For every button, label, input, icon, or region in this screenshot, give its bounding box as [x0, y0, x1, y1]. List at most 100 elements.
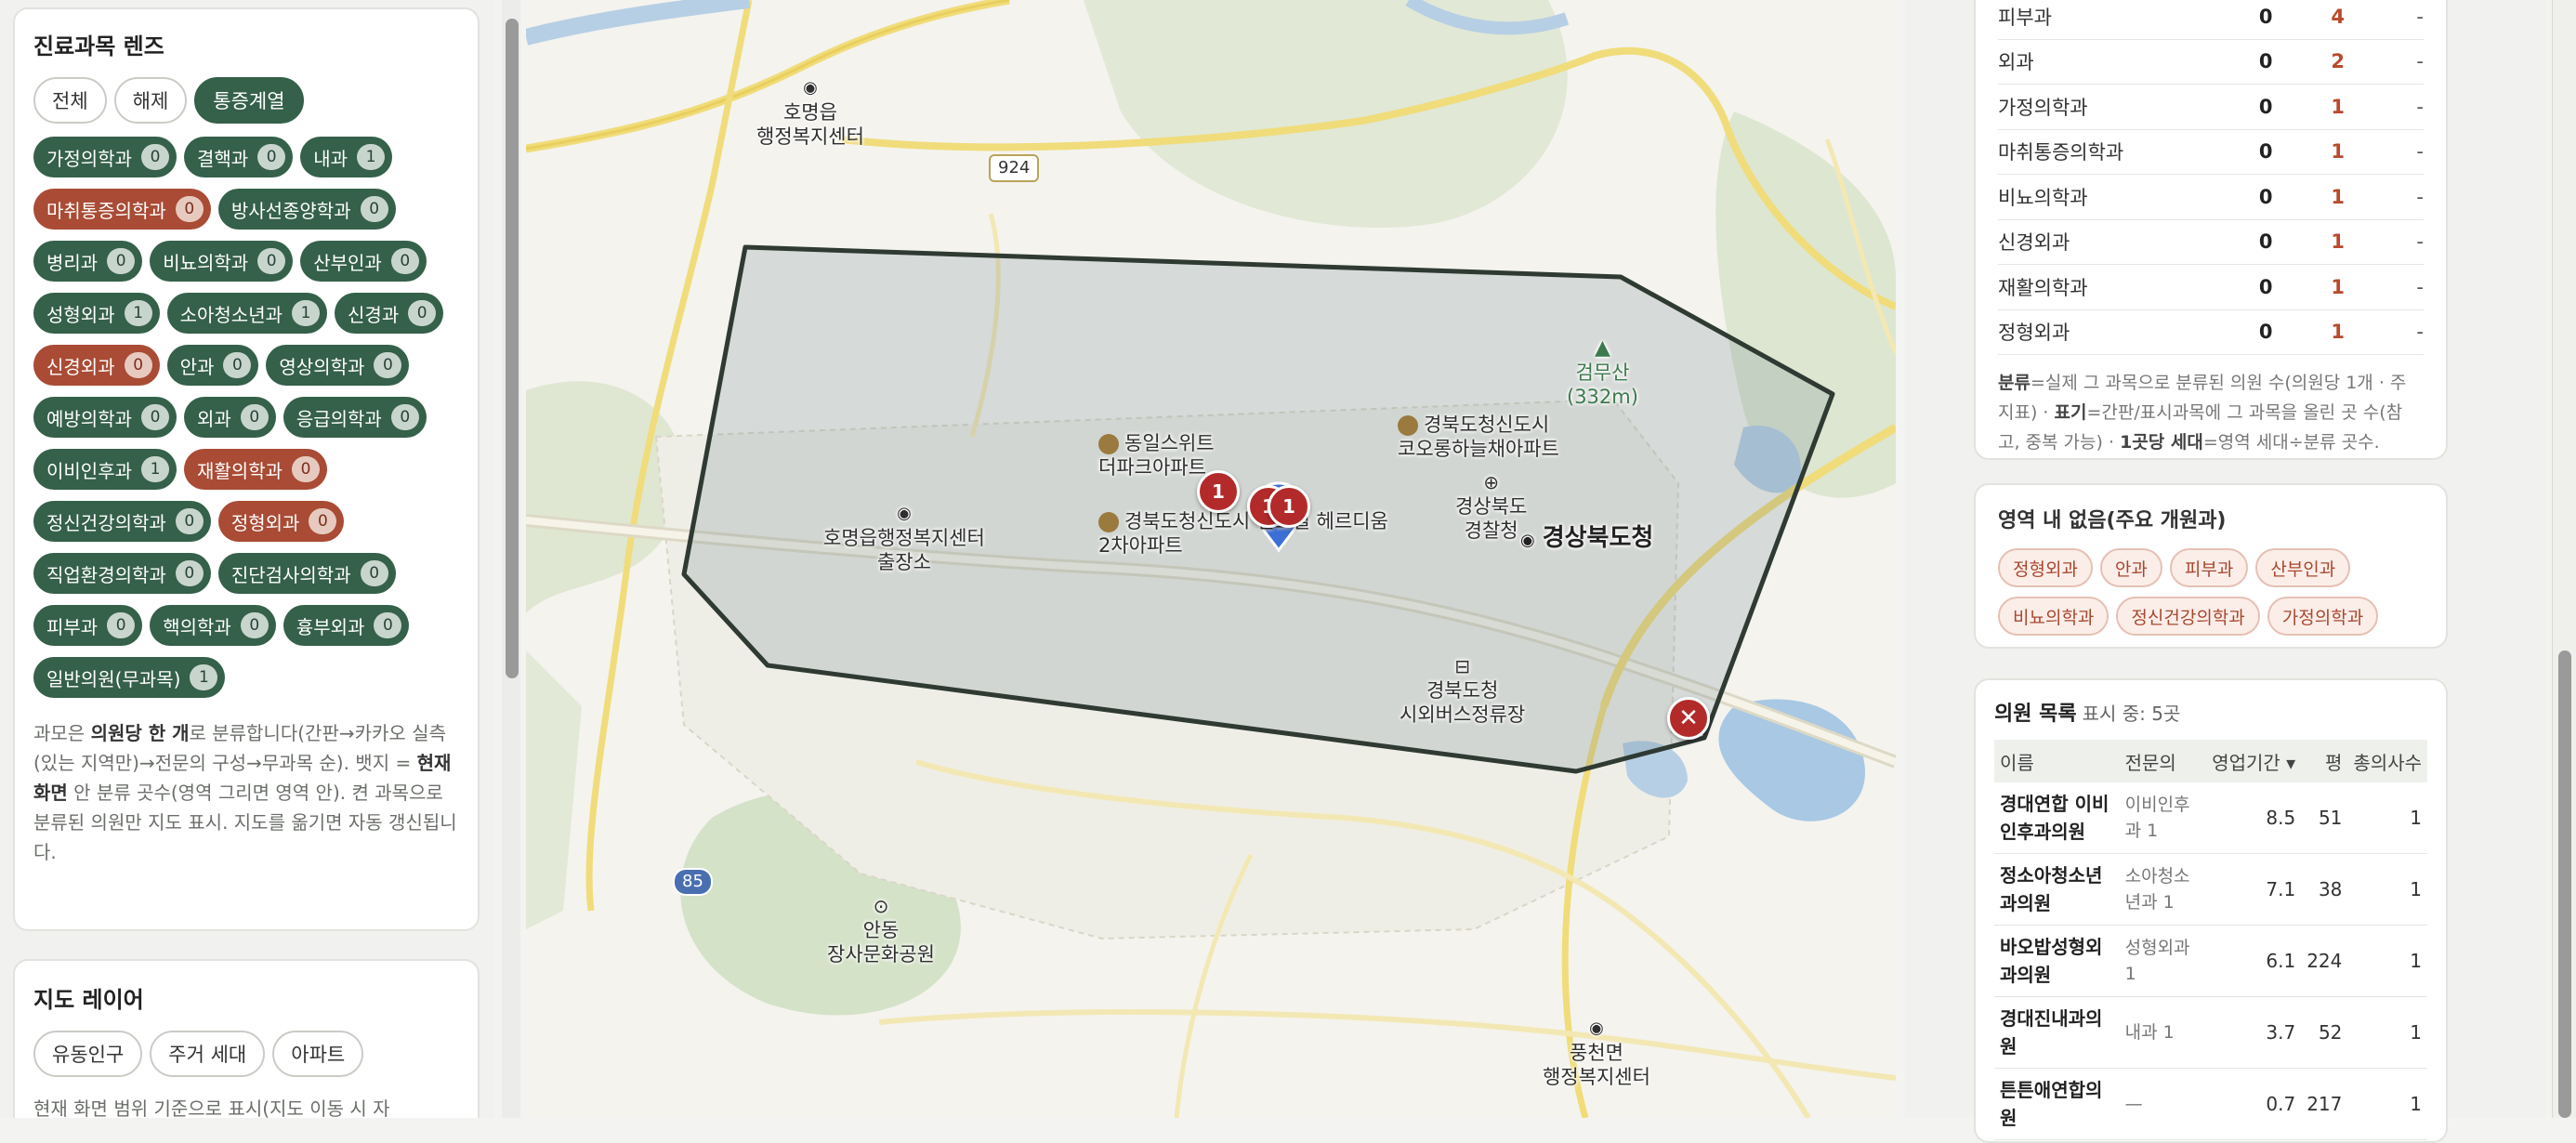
left-scrollbar[interactable]	[502, 0, 520, 1118]
absent-specialty-tag[interactable]: 비뇨의학과	[1998, 597, 2109, 636]
clinic-name[interactable]: 경대연합 이비인후과의원	[1994, 782, 2120, 854]
specialty-chip[interactable]: 산부인과 0	[300, 241, 427, 282]
specialty-chip-label: 이비인후과	[46, 459, 132, 482]
specialty-chip[interactable]: 직업환경의학과 0	[33, 553, 211, 594]
col-doctors[interactable]: 총의사수	[2347, 740, 2427, 782]
stats-table: 피부과 0 4- 외과 0 2- 가정의학과 0 1- 마취통증의학과 0 1- 비뇨의학과 0 1- 신경외…	[1998, 0, 2424, 355]
absent-specialty-tag[interactable]: 산부인과	[2255, 548, 2351, 587]
clear-all-button[interactable]: 해제	[113, 77, 188, 124]
stats-note: 분류=실제 그 과목으로 분류된 의원 수(의원당 1개 · 주 지표) · 표…	[1998, 368, 2424, 457]
specialty-chip[interactable]: 핵의학과 0	[150, 605, 276, 646]
specialty-chip[interactable]: 흉부외과 0	[283, 605, 410, 646]
specialty-chip[interactable]: 피부과 0	[33, 605, 143, 646]
specialty-chip[interactable]: 소아청소년과 1	[166, 293, 328, 334]
specialty-chip-label: 산부인과	[313, 251, 382, 274]
layer-apartment-button[interactable]: 아파트	[272, 1031, 364, 1077]
river	[526, 0, 751, 46]
terrain-green	[526, 650, 582, 929]
specialty-chip-count: 0	[107, 612, 136, 638]
specialty-chip[interactable]: 재활의학과 0	[184, 449, 327, 490]
specialty-chip-label: 정신건강의학과	[46, 511, 166, 534]
specialty-chip[interactable]: 일반의원(무과목) 1	[33, 657, 226, 698]
specialty-chip[interactable]: 병리과 0	[33, 241, 143, 282]
col-area[interactable]: 평	[2301, 740, 2348, 782]
specialty-chip[interactable]: 외과 0	[184, 397, 276, 438]
clinic-name[interactable]: 정소아청소년과의원	[1994, 853, 2120, 926]
specialty-chip-count: 0	[360, 560, 388, 586]
clinic-doctors: 1	[2347, 782, 2427, 854]
specialty-chip-count: 0	[309, 508, 337, 534]
pain-group-button[interactable]: 통증계열	[194, 77, 304, 124]
specialty-chip[interactable]: 내과 1	[300, 137, 393, 177]
apartment-icon	[1098, 434, 1119, 454]
specialty-chip[interactable]: 진단검사의학과 0	[217, 553, 396, 594]
stats-specialty-name: 마취통증의학과	[1998, 141, 2124, 164]
stats-row: 피부과 0 4 -	[1998, 0, 2424, 40]
specialty-chip[interactable]: 정신건강의학과 0	[33, 501, 211, 542]
specialty-chip-count: 0	[175, 560, 204, 586]
specialty-chip[interactable]: 마취통증의학과 0	[33, 189, 211, 230]
table-row[interactable]: 바오밥성형외과의원 성형외과 1 6.1 224 1	[1994, 925, 2427, 997]
apartment-icon	[1398, 415, 1418, 436]
specialty-chip-count: 0	[292, 456, 320, 482]
clinic-specialist: 이비인후과 1	[2119, 782, 2207, 854]
clinic-cluster-marker[interactable]: 1	[1268, 485, 1310, 528]
specialty-chip-count: 0	[175, 508, 204, 534]
table-row[interactable]: 경대연합 이비인후과의원 이비인후과 1 8.5 51 1	[1994, 782, 2427, 854]
specialty-chip-count: 0	[360, 196, 388, 222]
specialty-chip-label: 소아청소년과	[179, 303, 283, 326]
map-view[interactable]: ◉ 호명읍 행정복지센터 924 ▲ 검무산 (332m) 동일스위트 더파크아파트…	[526, 0, 1896, 1118]
stats-listed-count: 1	[2331, 230, 2346, 254]
specialty-chip[interactable]: 영상의학과 0	[266, 345, 410, 386]
stats-classified-count: 0	[2258, 140, 2273, 164]
clinic-name[interactable]: 경대진내과의원	[1994, 996, 2120, 1069]
close-polygon-icon[interactable]: ✕	[1667, 697, 1710, 740]
map-canvas[interactable]	[526, 0, 1896, 1118]
table-row[interactable]: 정소아청소년과의원 소아청소년과 1 7.1 38 1	[1994, 853, 2427, 926]
right-scrollbar-thumb[interactable]	[2558, 650, 2571, 1118]
specialty-chip-count: 0	[257, 144, 286, 170]
absent-specialty-tag[interactable]: 정신건강의학과	[2116, 597, 2260, 636]
specialty-chip[interactable]: 예방의학과 0	[33, 397, 177, 438]
layer-households-button[interactable]: 주거 세대	[150, 1031, 266, 1077]
specialty-chip[interactable]: 정형외과 0	[217, 501, 345, 542]
stats-households-per: -	[2416, 5, 2424, 28]
table-row[interactable]: 경대진내과의원 내과 1 3.7 52 1	[1994, 996, 2427, 1069]
specialty-chip[interactable]: 신경외과 0	[33, 345, 160, 386]
select-all-button[interactable]: 전체	[33, 77, 107, 124]
absent-specialty-tag[interactable]: 안과	[2099, 548, 2162, 587]
absent-specialty-tag[interactable]: 가정의학과	[2267, 597, 2379, 636]
specialty-chip-label: 결핵과	[197, 147, 249, 170]
clinic-name[interactable]: 바오밥성형외과의원	[1994, 925, 2120, 997]
specialty-chip[interactable]: 성형외과 1	[33, 293, 160, 334]
clinic-specialist: —	[2119, 1068, 2207, 1140]
clinic-list-card: 의원 목록 표시 중: 5곳 이름 전문의 영업기간 ▾ 평 총의사수 경대연합 …	[1974, 678, 2448, 1143]
right-scrollbar[interactable]	[2552, 0, 2576, 1118]
specialty-chip-count: 0	[223, 352, 252, 378]
clinic-name[interactable]: 튼튼애연합의원	[1994, 1068, 2120, 1140]
specialty-chip[interactable]: 가정의학과 0	[33, 137, 177, 177]
label-gyeongbuk-province: ◉ 경상북도청	[1520, 526, 1653, 553]
stats-households-per: -	[2416, 321, 2424, 344]
left-scrollbar-thumb[interactable]	[506, 19, 519, 678]
lens-title: 진료과목 렌즈	[33, 33, 164, 59]
specialty-chip[interactable]: 응급의학과 0	[283, 397, 427, 438]
col-name[interactable]: 이름	[1994, 740, 2120, 782]
absent-specialty-tag[interactable]: 피부과	[2169, 548, 2249, 587]
table-row[interactable]: 튼튼애연합의원 —0.7 217 1	[1994, 1068, 2427, 1140]
clinic-cluster-marker[interactable]: 1	[1197, 470, 1240, 513]
col-specialist[interactable]: 전문의	[2119, 740, 2207, 782]
specialty-chip-label: 일반의원(무과목)	[46, 667, 181, 690]
label-cheongsin-koaroong: 경북도청신도시 코오롱하늘채아파트	[1398, 413, 1559, 461]
specialty-chip[interactable]: 신경과 0	[335, 293, 444, 334]
specialty-chip[interactable]: 이비인후과 1	[33, 449, 177, 490]
specialty-chip[interactable]: 방사선종양학과 0	[217, 189, 396, 230]
specialty-chip[interactable]: 비뇨의학과 0	[150, 241, 294, 282]
specialty-chip[interactable]: 결핵과 0	[184, 137, 294, 177]
label-cheongsin-koaroong-text: 경북도청신도시 코오롱하늘채아파트	[1398, 414, 1559, 460]
layer-floating-pop-button[interactable]: 유동인구	[33, 1031, 143, 1077]
stats-row: 신경외과 0 1 -	[1998, 220, 2424, 265]
absent-specialty-tag[interactable]: 정형외과	[1998, 548, 2093, 587]
col-years[interactable]: 영업기간 ▾	[2206, 740, 2302, 782]
specialty-chip[interactable]: 안과 0	[166, 345, 259, 386]
